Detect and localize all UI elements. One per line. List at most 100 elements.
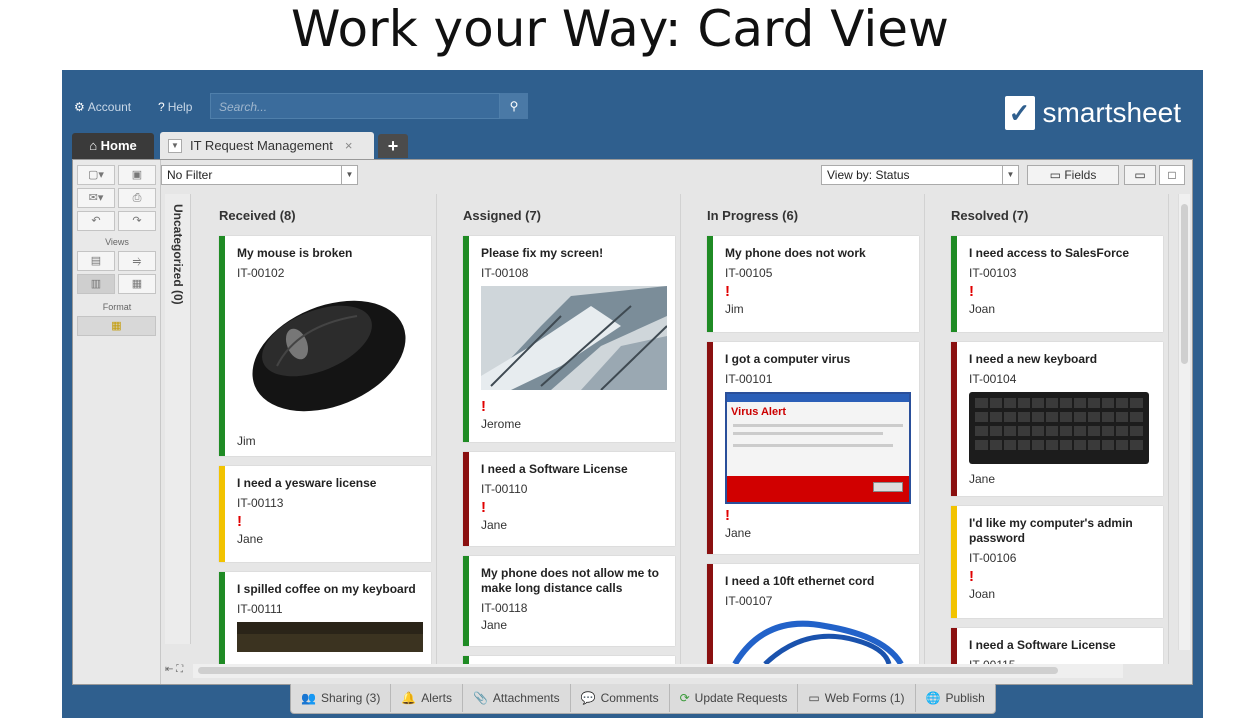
card[interactable] xyxy=(463,656,675,664)
card[interactable]: My phone does not work IT-00105 ! Jim xyxy=(707,236,919,332)
sharing-tab[interactable]: 👥 Sharing (3) xyxy=(291,684,392,712)
attachments-tab[interactable]: 📎 Attachments xyxy=(463,684,571,712)
ethernet-cable-image xyxy=(725,614,907,664)
virus-alert-screenshot: Virus Alert xyxy=(725,392,911,504)
card-id: IT-00101 xyxy=(725,372,773,386)
comments-tab[interactable]: 💬 Comments xyxy=(571,684,670,712)
add-tab-button[interactable]: + xyxy=(378,134,408,158)
card-title: My mouse is broken xyxy=(237,246,353,260)
card-id: IT-00107 xyxy=(725,594,773,608)
smartsheet-logo: ✓ smartsheet xyxy=(1004,94,1181,132)
print-icon[interactable]: ⎙ xyxy=(118,188,156,208)
globe-icon: 🌐 xyxy=(925,691,941,705)
priority-icon: ! xyxy=(481,499,486,516)
card[interactable]: I spilled coffee on my keyboard IT-00111 xyxy=(219,572,431,664)
search-input[interactable]: Search... xyxy=(210,93,500,119)
new-icon[interactable]: ▢▾ xyxy=(77,165,115,185)
uncategorized-label: Uncategorized (0) xyxy=(171,204,185,305)
tab-home[interactable]: ⌂ Home xyxy=(72,133,154,159)
calendar-view-icon[interactable]: ▦ xyxy=(118,274,156,294)
card-title: I got a computer virus xyxy=(725,352,851,366)
lane-header: Assigned (7) xyxy=(463,208,542,223)
publish-label: Publish xyxy=(945,691,985,705)
attachments-label: Attachments xyxy=(492,691,560,705)
card-id: IT-00103 xyxy=(969,266,1017,280)
publish-tab[interactable]: 🌐 Publish xyxy=(916,684,995,712)
bell-icon: 🔔 xyxy=(401,691,417,705)
collapse-lanes-icon[interactable]: ⇤ xyxy=(165,664,173,675)
alerts-tab[interactable]: 🔔 Alerts xyxy=(391,684,463,712)
close-tab-icon[interactable]: × xyxy=(345,132,353,159)
card-assignee: Jane xyxy=(237,532,264,546)
priority-icon: ! xyxy=(481,398,486,415)
people-icon: 👥 xyxy=(301,691,316,705)
card[interactable]: Please fix my screen! IT-00108 ! Jerome xyxy=(463,236,675,442)
bottom-tab-bar: 👥 Sharing (3) 🔔 Alerts 📎 Attachments 💬 Comme… xyxy=(290,684,996,714)
account-link[interactable]: ⚙ Account xyxy=(74,100,131,114)
expanded-view-icon: □ xyxy=(1168,168,1176,182)
search-icon: ⚲ xyxy=(509,99,519,113)
card[interactable]: I need a 10ft ethernet cord IT-00107 xyxy=(707,564,919,664)
card[interactable]: My phone does not allow me to make long … xyxy=(463,556,675,646)
card[interactable]: I need a Software License IT-00110 ! Jan… xyxy=(463,452,675,546)
card[interactable]: I got a computer virus IT-00101 Virus Al… xyxy=(707,342,919,554)
home-icon: ⌂ xyxy=(89,138,98,153)
card[interactable]: My mouse is broken IT-00102 Jim xyxy=(219,236,431,456)
grid-view-icon[interactable]: ▤ xyxy=(77,251,115,271)
card-assignee: Jerome xyxy=(481,417,522,431)
card[interactable]: I need a Software License IT-00115 xyxy=(951,628,1163,664)
card[interactable]: I need a new keyboard IT-00104 Jane xyxy=(951,342,1163,496)
card-view-icon[interactable]: ▥ xyxy=(77,274,115,294)
sheet-panel: ▢▾ ▣ ✉▾ ⎙ ↶ ↷ Views ▤ ⥤ ▥ ▦ Format ▦ No … xyxy=(72,159,1193,685)
tab-menu-icon[interactable]: ▼ xyxy=(168,138,182,153)
card-board: Received (8) My mouse is broken IT-00102… xyxy=(193,194,1178,664)
card-id: IT-00106 xyxy=(969,551,1017,565)
update-request-icon: ⟳ xyxy=(679,691,690,705)
uncategorized-lane[interactable]: Uncategorized (0) xyxy=(165,194,191,644)
chevron-down-icon: ▼ xyxy=(1002,166,1018,184)
card-id: IT-00113 xyxy=(237,496,284,510)
tab-it-request-management[interactable]: ▼ IT Request Management × xyxy=(160,132,374,159)
save-icon[interactable]: ▣ xyxy=(118,165,156,185)
gantt-view-icon[interactable]: ⥤ xyxy=(118,251,156,271)
horizontal-scrollbar[interactable] xyxy=(193,664,1123,678)
undo-icon[interactable]: ↶ xyxy=(77,211,115,231)
compact-view-button[interactable]: ▭ xyxy=(1124,165,1156,185)
format-icon[interactable]: ▦ xyxy=(77,316,156,336)
card[interactable]: I need access to SalesForce IT-00103 ! J… xyxy=(951,236,1163,332)
card-title: I need a Software License xyxy=(969,638,1116,652)
card-title: Please fix my screen! xyxy=(481,246,604,260)
tab-home-label: Home xyxy=(100,138,137,153)
search-button[interactable]: ⚲ xyxy=(500,93,528,119)
fields-button[interactable]: ▭ Fields xyxy=(1027,165,1119,185)
keyboard-image xyxy=(969,392,1151,469)
fields-label: Fields xyxy=(1064,168,1097,182)
email-icon[interactable]: ✉▾ xyxy=(77,188,115,208)
view-by-select[interactable]: View by: Status ▼ xyxy=(821,165,1019,185)
scroll-thumb[interactable] xyxy=(1181,204,1188,364)
update-requests-tab[interactable]: ⟳ Update Requests xyxy=(670,684,799,712)
card-assignee: Jane xyxy=(725,526,752,540)
redo-icon[interactable]: ↷ xyxy=(118,211,156,231)
expand-fullscreen-icon[interactable]: ⛶ xyxy=(176,664,183,675)
mouse-image xyxy=(237,286,419,421)
card[interactable]: I need a yesware license IT-00113 ! Jane xyxy=(219,466,431,562)
web-forms-label: Web Forms (1) xyxy=(824,691,905,705)
compact-view-icon: ▭ xyxy=(1134,168,1146,182)
scroll-thumb[interactable] xyxy=(198,667,1058,674)
help-link[interactable]: ? Help xyxy=(158,100,192,114)
chevron-down-icon: ▼ xyxy=(341,166,357,184)
card[interactable]: I'd like my computer's admin password IT… xyxy=(951,506,1163,618)
card-id: IT-00102 xyxy=(237,266,285,280)
vertical-scrollbar[interactable] xyxy=(1178,194,1190,650)
card-assignee: Jim xyxy=(237,434,256,448)
collapse-icons[interactable]: ⇤ ⛶ xyxy=(165,664,191,678)
expanded-view-button[interactable]: □ xyxy=(1159,165,1185,185)
account-label: Account xyxy=(87,100,132,114)
view-by-value: View by: Status xyxy=(827,168,910,182)
web-forms-tab[interactable]: ▭ Web Forms (1) xyxy=(798,684,916,712)
lane-in-progress: In Progress (6) My phone does not work I… xyxy=(681,194,925,664)
slide-title: Work your Way: Card View xyxy=(291,0,949,58)
card-title: I need a new keyboard xyxy=(969,352,1098,366)
filter-select[interactable]: No Filter ▼ xyxy=(161,165,358,185)
